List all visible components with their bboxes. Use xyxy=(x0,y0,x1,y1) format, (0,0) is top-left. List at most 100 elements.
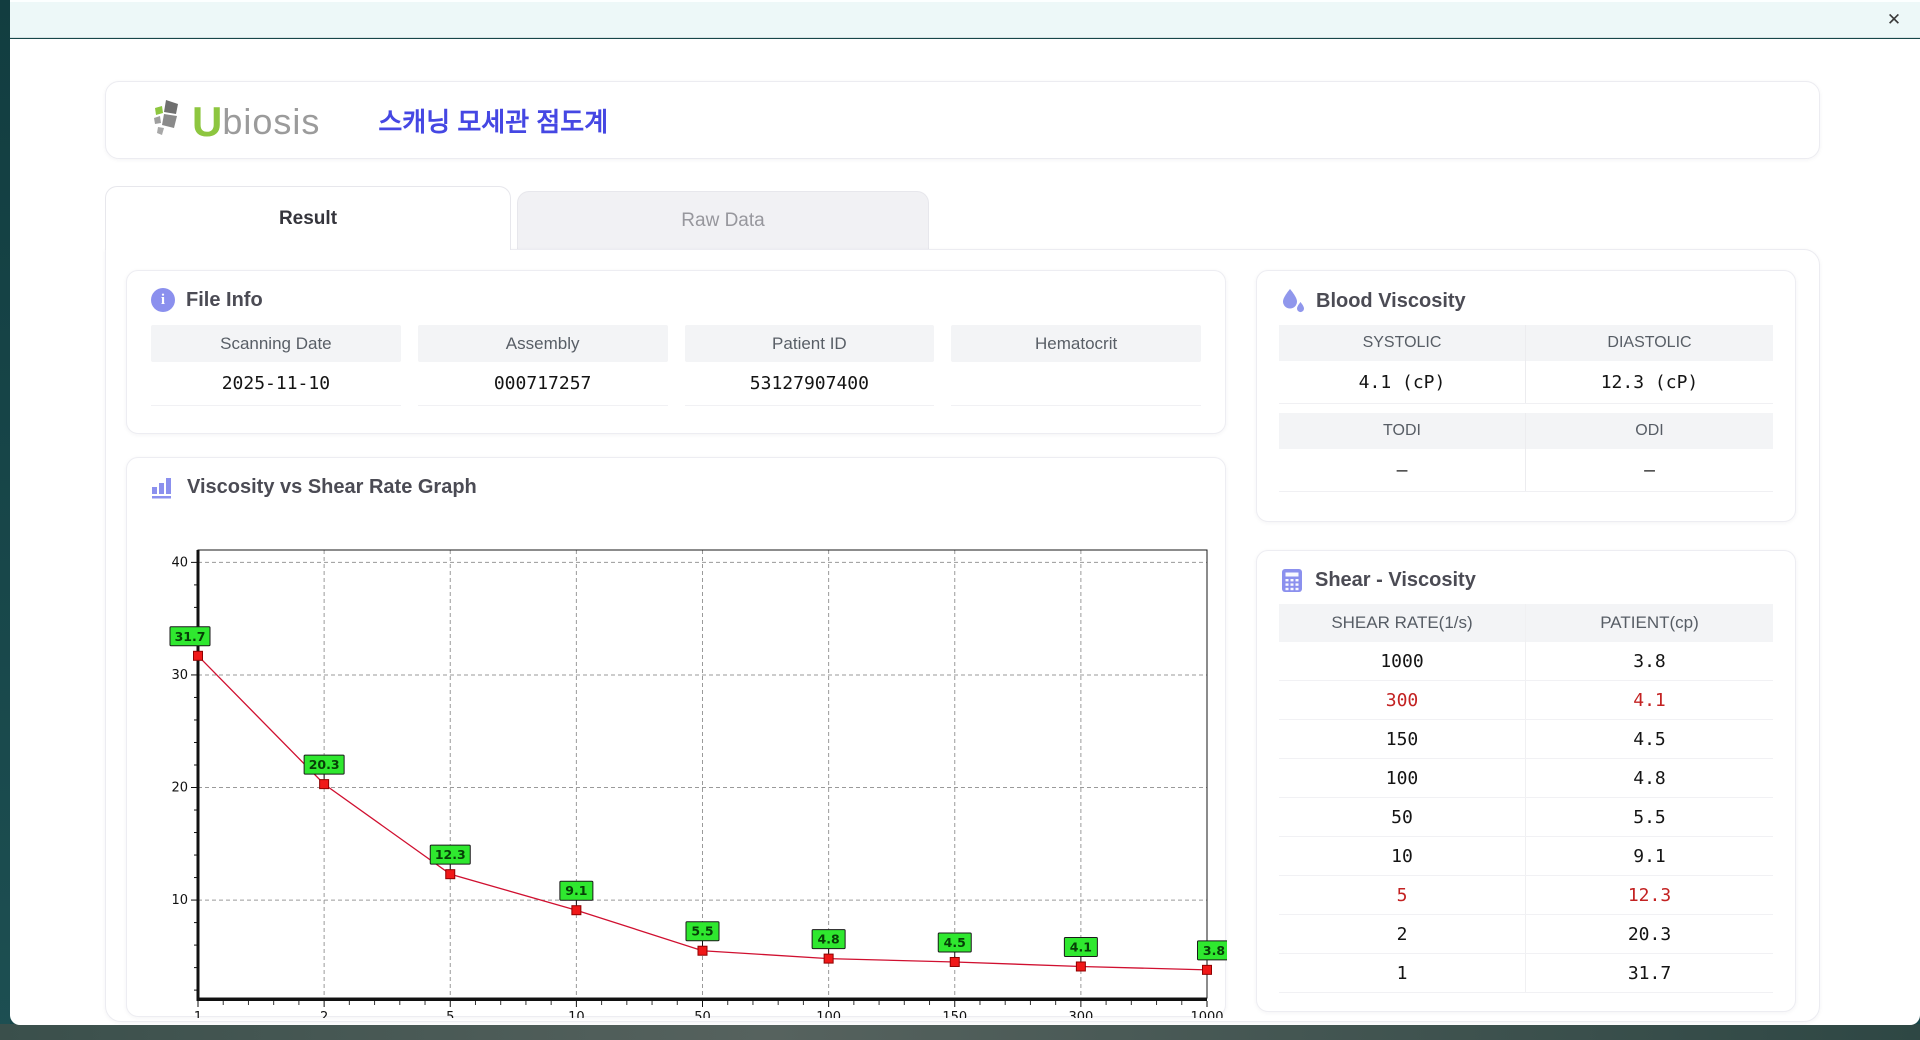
x-tick-label: 10 xyxy=(568,1010,585,1018)
y-tick-label: 10 xyxy=(171,893,188,908)
data-label: 4.8 xyxy=(818,932,840,947)
data-point-marker xyxy=(445,869,456,880)
desktop-edge xyxy=(0,0,10,1040)
table-cell: 50 xyxy=(1279,798,1526,836)
table-row: 1 31.7 xyxy=(1279,954,1773,993)
shear-viscosity-card: Shear - Viscosity SHEAR RATE(1/s) PATIENT… xyxy=(1256,550,1796,1012)
logo-text-accent: U xyxy=(192,98,223,145)
tab-result-label: Result xyxy=(278,207,338,229)
desktop-taskbar-strip xyxy=(0,1024,1920,1040)
table-row: 50 5.5 xyxy=(1279,798,1773,837)
data-point-marker xyxy=(949,956,960,967)
x-tick-label: 100 xyxy=(816,1010,841,1018)
data-point-marker xyxy=(697,945,708,956)
logo-pebbles-icon xyxy=(154,100,178,135)
table-cell: 9.1 xyxy=(1633,845,1666,867)
app-window: U biosis 스캐닝 모세관 점도계 Raw Data Result i F… xyxy=(10,39,1920,1025)
table-cell: 2 xyxy=(1279,915,1526,953)
data-label: 5.5 xyxy=(691,924,713,939)
blood-viscosity-group: SYSTOLIC DIASTOLIC 4.1 (cP) 12.3 (cP) xyxy=(1279,325,1773,404)
data-label: 4.5 xyxy=(944,935,966,950)
x-tick-label: 5 xyxy=(446,1010,454,1018)
x-tick-label: 2 xyxy=(320,1010,328,1018)
table-cell: 4.8 xyxy=(1633,767,1666,789)
file-info-card: i File Info Scanning Date Assembly Patient… xyxy=(126,270,1226,434)
blood-viscosity-group: TODI ODI – – xyxy=(1279,413,1773,492)
data-point-marker xyxy=(823,953,834,964)
table-row: 10 9.1 xyxy=(1279,837,1773,876)
tab-raw-data-label: Raw Data xyxy=(681,210,765,231)
field-value xyxy=(951,362,1201,406)
data-point-marker xyxy=(1202,964,1212,975)
table-cell: 12.3 xyxy=(1627,884,1672,906)
logo-text: biosis xyxy=(222,101,321,142)
table-row: 2 20.3 xyxy=(1279,915,1773,954)
data-point-marker xyxy=(1075,961,1086,972)
page-title: 스캐닝 모세관 점도계 xyxy=(378,106,609,137)
table-cell: 4.1 (cP) xyxy=(1279,361,1526,403)
column-header: Hematocrit xyxy=(951,325,1201,362)
blood-viscosity-title: Blood Viscosity xyxy=(1316,289,1466,312)
table-cell: 1 xyxy=(1279,954,1526,992)
x-tick-label: 300 xyxy=(1068,1010,1093,1018)
x-tick-label: 1 xyxy=(194,1010,202,1018)
ubiosis-logo: U biosis xyxy=(152,98,321,145)
column-header: TODI xyxy=(1279,413,1526,449)
table-header-row: TODI ODI xyxy=(1279,413,1773,449)
column-header: PATIENT(cp) xyxy=(1600,613,1699,632)
table-cell: 5.5 xyxy=(1633,806,1666,828)
column-header: Scanning Date xyxy=(151,325,401,362)
data-label: 12.3 xyxy=(435,847,466,862)
table-cell: 12.3 (cP) xyxy=(1600,371,1699,393)
table-cell: 31.7 xyxy=(1627,962,1672,984)
close-icon[interactable]: ✕ xyxy=(1884,10,1904,30)
column-header: SYSTOLIC xyxy=(1279,325,1526,361)
table-row: 1000 3.8 xyxy=(1279,642,1773,681)
blood-viscosity-table: SYSTOLIC DIASTOLIC 4.1 (cP) 12.3 (cP) TODI OD… xyxy=(1257,325,1795,492)
field-value: 2025-11-10 xyxy=(151,362,401,406)
y-axis xyxy=(196,550,200,998)
y-tick-label: 30 xyxy=(171,668,188,683)
window-titlebar: ✕ xyxy=(10,0,1920,38)
graph-title: Viscosity vs Shear Rate Graph xyxy=(187,475,477,498)
y-tick-label: 20 xyxy=(171,781,188,796)
table-row: 5 12.3 xyxy=(1279,876,1773,915)
file-info-title: File Info xyxy=(186,288,263,311)
shear-viscosity-table: SHEAR RATE(1/s) PATIENT(cp) 1000 3.8 300 4.1 1… xyxy=(1257,604,1795,993)
column-header: DIASTOLIC xyxy=(1607,334,1692,351)
x-tick-label: 50 xyxy=(694,1010,711,1018)
column-header: ODI xyxy=(1635,422,1664,439)
table-cell: – xyxy=(1644,459,1655,481)
x-axis xyxy=(196,998,1207,1001)
table-row: – – xyxy=(1279,449,1773,492)
file-info-grid: Scanning Date Assembly Patient ID Hematocri… xyxy=(127,323,1225,406)
calculator-icon xyxy=(1282,569,1302,592)
info-icon: i xyxy=(151,288,175,312)
data-label: 4.1 xyxy=(1070,939,1092,954)
table-cell: 4.1 xyxy=(1633,689,1666,711)
table-cell: 10 xyxy=(1279,837,1526,875)
blood-drops-icon xyxy=(1283,289,1304,313)
table-row: 150 4.5 xyxy=(1279,720,1773,759)
x-tick-label: 1000 xyxy=(1190,1010,1223,1018)
data-label: 31.7 xyxy=(175,629,206,644)
header-card: U biosis 스캐닝 모세관 점도계 xyxy=(105,81,1820,159)
blood-viscosity-card: Blood Viscosity SYSTOLIC DIASTOLIC 4.1 (cP… xyxy=(1256,270,1796,522)
x-tick-label: 150 xyxy=(942,1010,967,1018)
table-header-row: SHEAR RATE(1/s) PATIENT(cp) xyxy=(1279,604,1773,642)
field-value: 000717257 xyxy=(417,362,668,406)
data-label: 20.3 xyxy=(309,757,340,772)
table-header-row: SYSTOLIC DIASTOLIC xyxy=(1279,325,1773,361)
table-cell: 4.5 xyxy=(1633,728,1666,750)
table-cell: 20.3 xyxy=(1627,923,1672,945)
table-row: 4.1 (cP) 12.3 (cP) xyxy=(1279,361,1773,404)
table-cell: – xyxy=(1279,449,1526,491)
data-point-marker xyxy=(319,779,330,790)
bar-chart-icon xyxy=(152,478,171,499)
data-label: 9.1 xyxy=(565,883,587,898)
table-cell: 5 xyxy=(1279,876,1526,914)
y-tick-label: 40 xyxy=(171,555,188,570)
tab-result[interactable]: Result xyxy=(105,186,511,250)
tab-raw-data[interactable]: Raw Data xyxy=(517,191,929,250)
column-header: Patient ID xyxy=(684,325,935,362)
